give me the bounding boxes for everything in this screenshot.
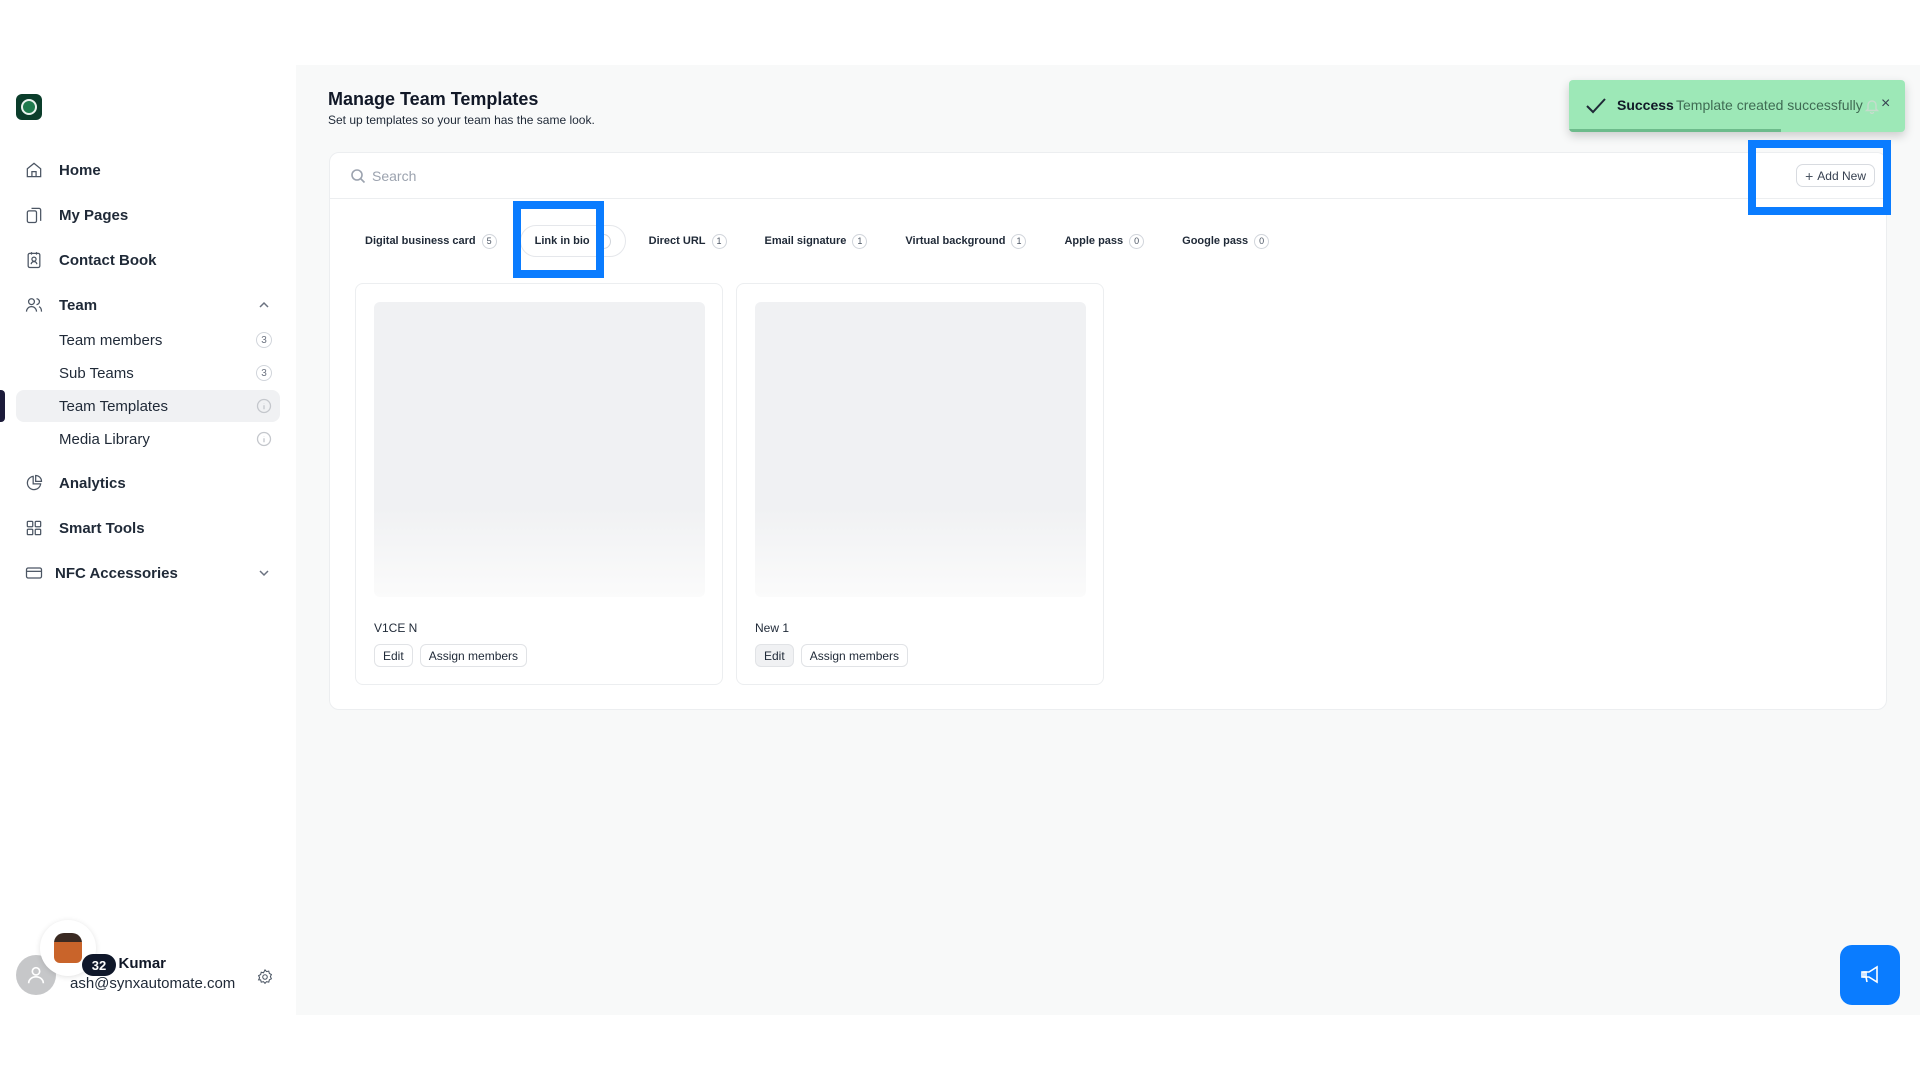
tab-label: Virtual background	[905, 235, 1006, 247]
sidebar-item-analytics[interactable]: Analytics	[16, 467, 280, 499]
templates-panel: + Add New Digital business card 5 Link in…	[329, 152, 1887, 710]
sidebar-item-label: My Pages	[59, 206, 129, 224]
tab-email-signature[interactable]: Email signature 1	[750, 225, 883, 257]
home-icon	[22, 158, 46, 182]
main-content: Manage Team Templates Set up templates s…	[296, 65, 1920, 1015]
toast-message: Template created successfully	[1676, 97, 1863, 113]
team-icon	[22, 293, 46, 317]
active-indicator	[0, 390, 5, 422]
announcement-button[interactable]	[1840, 945, 1900, 1005]
sidebar-item-label: Sub Teams	[59, 364, 134, 382]
edit-button[interactable]: Edit	[374, 644, 413, 667]
page-subtitle: Set up templates so your team has the sa…	[328, 113, 595, 127]
user-name: y Kumar	[106, 955, 167, 972]
check-icon	[1585, 96, 1607, 116]
search-input[interactable]	[372, 164, 1672, 188]
tab-count: 5	[481, 233, 497, 249]
gear-icon	[257, 968, 273, 985]
tab-label: Direct URL	[648, 235, 706, 247]
edit-button[interactable]: Edit	[755, 644, 794, 667]
sidebar-item-smart-tools[interactable]: Smart Tools	[16, 512, 280, 544]
plus-icon: +	[1805, 167, 1814, 184]
sidebar-item-label: Contact Book	[59, 251, 157, 269]
page-title: Manage Team Templates	[328, 89, 539, 109]
grid-icon	[22, 516, 46, 540]
assign-members-button[interactable]: Assign members	[800, 644, 909, 667]
pages-icon	[22, 203, 46, 227]
sidebar-item-label: Analytics	[59, 474, 126, 492]
chevron-up-icon[interactable]	[256, 297, 272, 313]
card-icon	[22, 561, 46, 585]
template-type-tabs: Digital business card 5 Link in bio Direc…	[350, 223, 1292, 259]
tab-apple-pass[interactable]: Apple pass 0	[1049, 225, 1159, 257]
info-icon	[256, 398, 272, 414]
toast-title: Success	[1617, 97, 1674, 113]
template-card[interactable]: New 1 Edit Assign members	[736, 283, 1104, 685]
template-name: V1CE N	[374, 621, 418, 635]
tab-count: 0	[1129, 233, 1145, 249]
success-toast: Success Template created successfully ×	[1569, 80, 1905, 132]
sidebar-item-label: Team Templates	[59, 397, 168, 415]
template-preview[interactable]	[755, 302, 1086, 597]
tab-label: Email signature	[764, 235, 847, 247]
tab-label: Digital business card	[365, 235, 476, 247]
tab-count: 0	[1254, 233, 1270, 249]
tab-label: Apple pass	[1064, 235, 1124, 247]
tab-count	[595, 233, 611, 249]
info-icon	[256, 431, 272, 447]
sidebar-item-label: Home	[59, 161, 101, 179]
tab-virtual-background[interactable]: Virtual background 1	[890, 225, 1041, 257]
profile-photo	[54, 933, 82, 963]
count-badge: 3	[256, 332, 272, 348]
template-name: New 1	[755, 621, 790, 635]
add-new-button[interactable]: + Add New	[1796, 164, 1875, 187]
sidebar-item-team-templates[interactable]: Team Templates	[16, 390, 280, 422]
sidebar-item-label: Smart Tools	[59, 519, 145, 537]
sidebar-item-label: Team	[59, 296, 98, 314]
contact-book-icon	[22, 248, 46, 272]
sidebar-item-nfc-accessories[interactable]: NFC Accessories	[16, 557, 280, 589]
tab-count: 1	[1011, 233, 1027, 249]
sidebar-item-team[interactable]: Team	[16, 289, 280, 321]
tab-count: 1	[711, 233, 727, 249]
add-new-label: Add New	[1817, 168, 1866, 183]
sidebar-item-media-library[interactable]: Media Library	[16, 423, 280, 455]
toast-progress-fill	[1569, 129, 1781, 132]
brand-logo[interactable]	[16, 94, 42, 120]
tab-digital-business-card[interactable]: Digital business card 5	[350, 225, 512, 257]
sidebar-item-label: Team members	[59, 331, 163, 349]
sidebar-item-my-pages[interactable]: My Pages	[16, 199, 280, 231]
settings-button[interactable]	[256, 968, 274, 986]
tab-link-in-bio[interactable]: Link in bio	[519, 225, 626, 257]
tab-count: 1	[852, 233, 868, 249]
sidebar-item-label: Media Library	[59, 430, 150, 448]
megaphone-icon	[1861, 965, 1878, 984]
tab-label: Google pass	[1182, 235, 1249, 247]
sidebar-item-sub-teams[interactable]: Sub Teams 3	[16, 357, 280, 389]
template-preview[interactable]	[374, 302, 705, 597]
sidebar-item-home[interactable]: Home	[16, 154, 280, 186]
sidebar-item-team-members[interactable]: Team members 3	[16, 324, 280, 356]
sidebar-item-label: NFC Accessories	[55, 564, 178, 582]
count-badge: 3	[256, 365, 272, 381]
logo-icon	[21, 99, 37, 115]
close-icon[interactable]: ×	[1881, 95, 1890, 113]
tab-direct-url[interactable]: Direct URL 1	[634, 225, 742, 257]
search-bar: + Add New	[330, 153, 1886, 199]
template-grid: V1CE N Edit Assign members New 1 Edit As…	[355, 283, 1104, 685]
sidebar: Home My Pages Contact Book Team Team mem…	[0, 0, 296, 1080]
toast-progress	[1569, 129, 1905, 132]
tab-google-pass[interactable]: Google pass 0	[1167, 225, 1284, 257]
search-icon	[350, 168, 366, 184]
assign-members-button[interactable]: Assign members	[419, 644, 528, 667]
tab-label: Link in bio	[534, 235, 590, 247]
template-card[interactable]: V1CE N Edit Assign members	[355, 283, 723, 685]
analytics-icon	[22, 471, 46, 495]
sidebar-item-contact-book[interactable]: Contact Book	[16, 244, 280, 276]
user-email: ash@synxautomate.com	[70, 975, 236, 992]
chevron-down-icon[interactable]	[256, 565, 272, 581]
bell-icon	[1864, 98, 1880, 115]
